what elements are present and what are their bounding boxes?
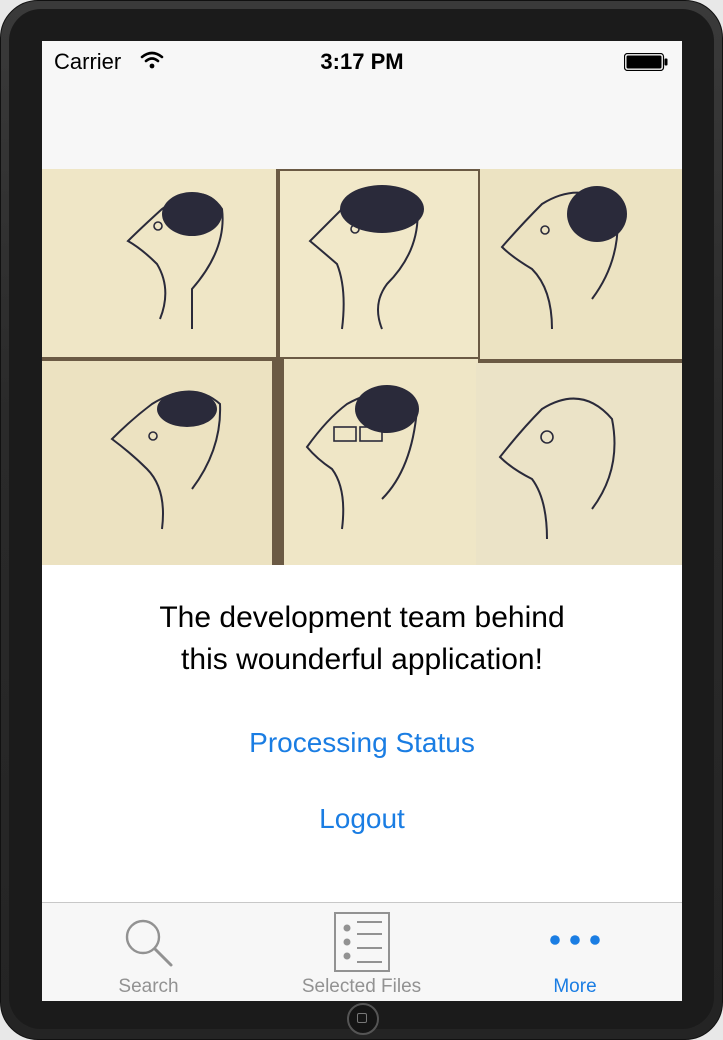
team-photo [42, 169, 682, 565]
tab-selected-files-label: Selected Files [301, 976, 422, 997]
tab-more[interactable]: More [468, 903, 682, 1001]
status-bar: Carrier 3:17 PM [42, 41, 682, 81]
tab-bar: Search Selected Files More [42, 902, 682, 1001]
battery-icon [624, 53, 668, 71]
processing-status-link[interactable]: Processing Status [42, 727, 682, 759]
more-icon [550, 935, 600, 945]
home-button[interactable] [347, 1003, 379, 1035]
tab-search-label: Search [118, 976, 179, 997]
tab-more-label: More [553, 976, 597, 997]
app-screen: Carrier 3:17 PM The development team beh… [42, 41, 682, 1001]
team-message: The development team behind this wounder… [42, 597, 682, 681]
tab-selected-files[interactable]: Selected Files [255, 903, 468, 1001]
message-line-2: this wounderful application! [181, 643, 543, 676]
tab-search[interactable]: Search [42, 903, 255, 1001]
status-time: 3:17 PM [320, 49, 404, 74]
list-icon [333, 912, 390, 972]
navigation-bar [42, 81, 682, 170]
search-icon [125, 919, 172, 967]
message-line-1: The development team behind [159, 601, 565, 634]
logout-link[interactable]: Logout [42, 803, 682, 835]
